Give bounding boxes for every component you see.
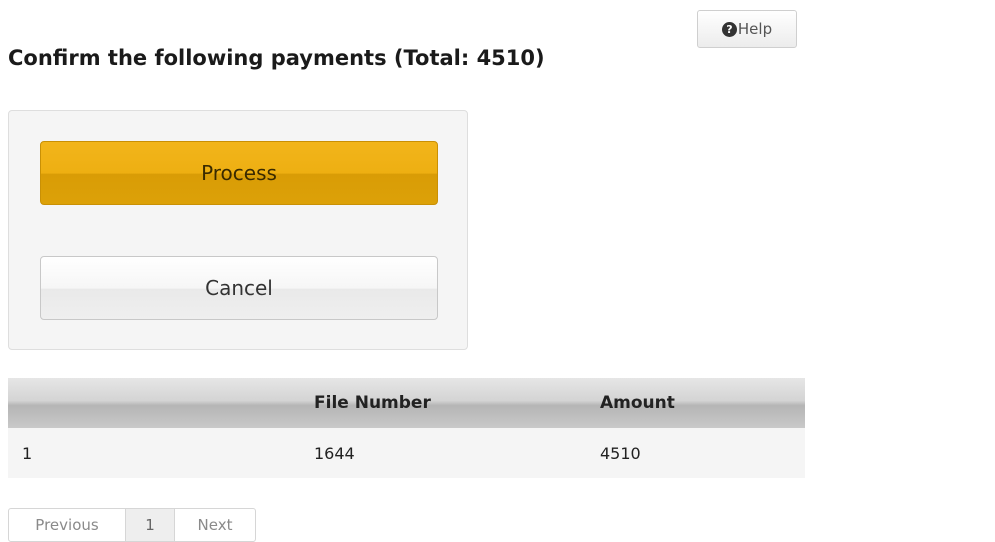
pagination: Previous 1 Next xyxy=(8,508,256,542)
table-cell-amount: 4510 xyxy=(600,443,641,463)
next-page-button[interactable]: Next xyxy=(175,509,255,541)
table-cell-file-number: 1644 xyxy=(314,443,355,463)
help-button[interactable]: ? Help xyxy=(697,10,797,48)
cancel-button[interactable]: Cancel xyxy=(40,256,438,320)
action-panel: Process Cancel xyxy=(8,110,468,350)
payments-table: File Number Amount 1 1644 4510 xyxy=(8,378,805,478)
help-button-label: Help xyxy=(737,20,773,38)
table-header: File Number Amount xyxy=(8,378,805,428)
column-header-file-number[interactable]: File Number xyxy=(304,393,590,413)
column-header-amount[interactable]: Amount xyxy=(590,393,805,413)
page-title: Confirm the following payments (Total: 4… xyxy=(8,46,545,70)
table-cell-index: 1 xyxy=(22,443,33,463)
previous-page-button[interactable]: Previous xyxy=(9,509,125,541)
table-row[interactable]: 1 1644 4510 xyxy=(8,428,805,478)
question-circle-icon: ? xyxy=(721,21,737,37)
page-number-button[interactable]: 1 xyxy=(125,509,175,541)
process-button[interactable]: Process xyxy=(40,141,438,205)
